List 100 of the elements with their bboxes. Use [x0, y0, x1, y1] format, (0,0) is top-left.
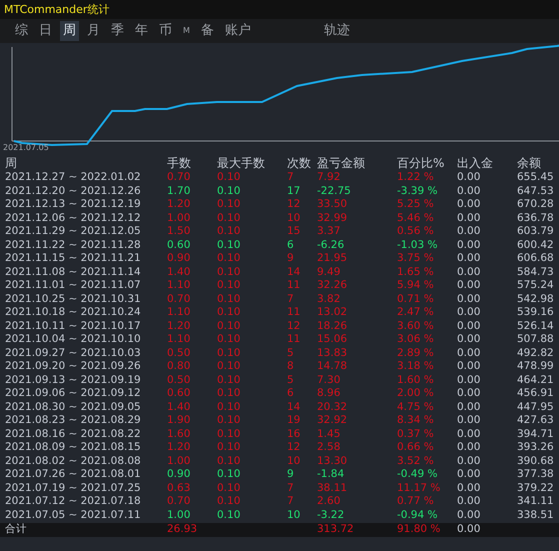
tab[interactable]: 年: [132, 21, 151, 41]
table-cell-text: 0.66 %: [397, 441, 435, 454]
tab[interactable]: 轨迹: [320, 21, 353, 41]
table-cell-text: 0.00: [457, 333, 482, 346]
table-cell-text: 1.00: [167, 454, 192, 468]
column-header: 百分比%: [397, 155, 446, 171]
table-cell-text: 0.00: [457, 374, 482, 387]
table-cell-text: 2021.11.01 ~ 2021.11.07: [5, 279, 142, 292]
window-title: MTCommander统计: [4, 2, 110, 17]
table-cell-text: 636.78: [517, 212, 555, 225]
table-cell-text: 7.30: [317, 374, 342, 387]
column-header: 余额: [517, 155, 542, 171]
table-cell-text: 2021.08.30 ~ 2021.09.05: [5, 400, 142, 414]
table-cell-text: 0.70: [167, 495, 192, 508]
table-cell-text: 12: [287, 320, 302, 333]
table-cell-text: 8.34 %: [397, 414, 435, 428]
column-header: 最大手数: [217, 155, 266, 171]
table-cell-text: 0.00: [457, 495, 482, 508]
table-cell-text: 0.00: [457, 184, 482, 198]
table-cell-text: 5: [287, 374, 295, 387]
table-cell-text: 0.00: [457, 320, 482, 333]
table-cell-text: 0.00: [457, 414, 482, 428]
table-cell-text: 1.90: [167, 414, 192, 428]
table-cell-text: 2021.12.13 ~ 2021.12.19: [5, 198, 142, 212]
table-cell-text: 0.60: [167, 238, 192, 252]
table-cell-text: 0.00: [457, 428, 482, 441]
table-cell-text: 2.60: [317, 495, 342, 508]
table-cell-text: 1.22 %: [397, 171, 435, 184]
table-cell-text: -0.94 %: [397, 508, 438, 522]
table-cell-text: 2021.07.19 ~ 2021.07.25: [5, 482, 142, 495]
table-cell-text: 9.49: [317, 266, 342, 279]
table-cell-text: 379.22: [517, 482, 555, 495]
table-cell-text: 7: [287, 482, 295, 495]
table-cell-text: 0.00: [457, 266, 482, 279]
column-header: 盈亏金额: [317, 155, 366, 171]
table-cell-text: 11: [287, 306, 302, 320]
table-cell-text: 3.06 %: [397, 333, 435, 346]
table-cell-text: 2.89 %: [397, 346, 435, 360]
axis-label: 2021.07.05: [3, 143, 49, 152]
table-cell-text: 11.17 %: [397, 482, 442, 495]
tab[interactable]: 币: [156, 21, 175, 41]
tab[interactable]: 备: [198, 21, 217, 41]
table-cell-text: 584.73: [517, 266, 555, 279]
table-cell-text: 13.02: [317, 306, 348, 320]
table-cell-text: 2021.10.18 ~ 2021.10.24: [5, 306, 142, 320]
table-cell-text: 10: [287, 454, 302, 468]
table-cell-text: 0.37 %: [397, 428, 435, 441]
table-cell-text: 12: [287, 198, 302, 212]
table-cell-text: 5.25 %: [397, 198, 435, 212]
tab[interactable]: 月: [84, 21, 103, 41]
table-cell-text: 0.77 %: [397, 495, 435, 508]
table-cell-text: 2021.09.06 ~ 2021.09.12: [5, 387, 142, 400]
table-cell-text: 0.00: [457, 482, 482, 495]
tab[interactable]: 周: [60, 21, 79, 41]
table-cell-text: 16: [287, 428, 302, 441]
column-header: 次数: [287, 155, 312, 171]
table-cell-text: 0.00: [457, 387, 482, 400]
table-cell-text: 0.56 %: [397, 225, 435, 238]
tab[interactable]: 账户: [222, 21, 254, 41]
table-cell-text: 2021.12.20 ~ 2021.12.26: [5, 184, 142, 198]
total-label: 合计: [5, 523, 28, 537]
table-cell-text: 2021.09.20 ~ 2021.09.26: [5, 360, 142, 374]
table-cell-text: 38.11: [317, 482, 348, 495]
table-cell-text: -3.39 %: [397, 184, 438, 198]
table-cell-text: 13.30: [317, 454, 348, 468]
table-cell-text: 0.00: [457, 454, 482, 468]
tab[interactable]: M: [180, 21, 193, 41]
table-cell-text: 13.83: [317, 346, 348, 360]
table-cell-text: 0.10: [217, 279, 242, 292]
table-cell-text: 2021.09.27 ~ 2021.10.03: [5, 346, 142, 360]
table-cell-text: 2021.08.16 ~ 2021.08.22: [5, 428, 142, 441]
tab[interactable]: 季: [108, 21, 127, 41]
table-cell-text: 0.10: [217, 454, 242, 468]
tab[interactable]: 日: [36, 21, 55, 41]
table-cell-text: 0.50: [167, 346, 192, 360]
table-cell-text: 91.80 %: [397, 523, 442, 537]
tab[interactable]: 综: [12, 21, 31, 41]
table-cell-text: 0.00: [457, 292, 482, 306]
table-cell-text: 0.10: [217, 198, 242, 212]
table-cell-text: -22.75: [317, 184, 352, 198]
table-cell-text: 655.45: [517, 171, 555, 184]
table-cell-text: 0.70: [167, 171, 192, 184]
table-cell-text: 0.10: [217, 346, 242, 360]
table-cell-text: 0.00: [457, 441, 482, 454]
table-cell-text: 670.28: [517, 198, 555, 212]
table-cell-text: 0.00: [457, 523, 482, 537]
column-header: 周: [5, 155, 18, 171]
table-cell-text: 2021.10.04 ~ 2021.10.10: [5, 333, 142, 346]
column-header: 出入金: [457, 155, 494, 171]
table-cell-text: 17: [287, 184, 302, 198]
table-cell-text: 0.00: [457, 238, 482, 252]
table-cell-text: 0.00: [457, 198, 482, 212]
table-cell-text: 19: [287, 414, 302, 428]
table-cell-text: 4.75 %: [397, 400, 435, 414]
table-cell-text: 0.90: [167, 468, 192, 482]
table-cell-text: 0.10: [217, 374, 242, 387]
table-cell-text: -6.26: [317, 238, 346, 252]
table-cell-text: 0.10: [217, 387, 242, 400]
table-cell-text: 12: [287, 441, 302, 454]
table-cell-text: 10: [287, 212, 302, 225]
